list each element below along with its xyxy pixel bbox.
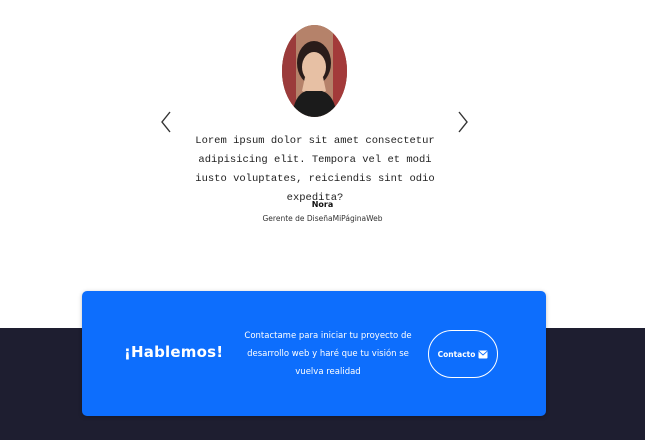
cta-title: ¡Hablemos! bbox=[124, 343, 224, 361]
contact-button-label: Contacto bbox=[437, 349, 476, 359]
prev-testimonial-button[interactable] bbox=[158, 110, 174, 134]
avatar bbox=[282, 25, 347, 117]
chevron-left-icon bbox=[161, 111, 171, 133]
testimonial-section: Lorem ipsum dolor sit amet consectetur a… bbox=[0, 0, 645, 330]
contact-button[interactable]: Contacto bbox=[428, 330, 498, 378]
next-testimonial-button[interactable] bbox=[455, 110, 471, 134]
contact-cta-card: ¡Hablemos! Contactame para iniciar tu pr… bbox=[82, 291, 546, 416]
testimonial-role: Gerente de DiseñaMiPáginaWeb bbox=[262, 214, 383, 223]
envelope-icon bbox=[478, 350, 488, 358]
chevron-right-icon bbox=[458, 111, 468, 133]
cta-text: Contactame para iniciar tu proyecto de d… bbox=[244, 331, 412, 377]
testimonial-author: Nora bbox=[311, 200, 334, 209]
testimonial-quote: Lorem ipsum dolor sit amet consectetur a… bbox=[195, 135, 435, 204]
